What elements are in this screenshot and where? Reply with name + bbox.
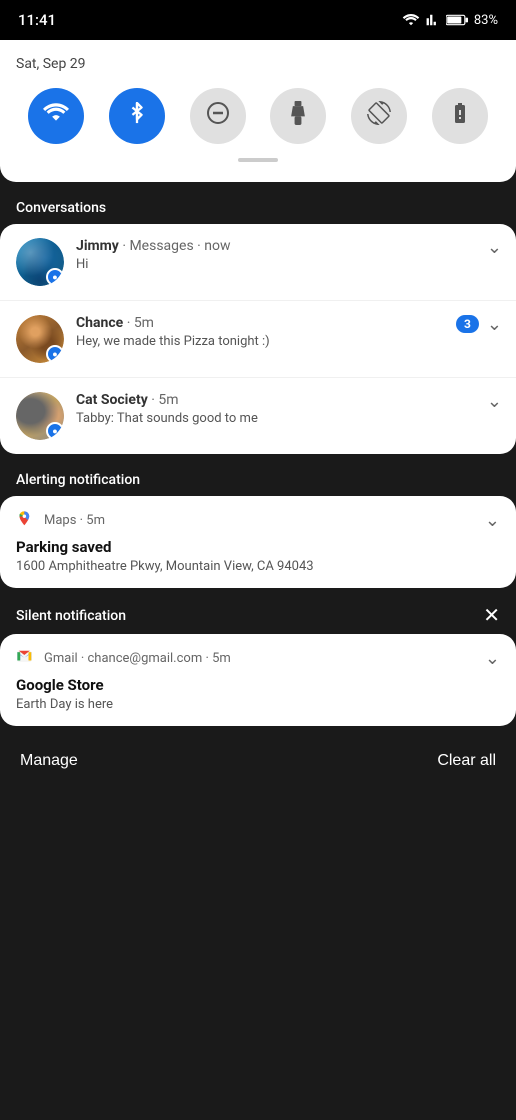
wifi-icon — [43, 102, 69, 130]
maps-icon — [16, 510, 36, 530]
convo-name-chance: Chance — [76, 315, 123, 331]
silent-label: Silent notification — [16, 608, 126, 624]
convo-header-cat: Cat Society · 5m — [76, 392, 500, 408]
expand-alerting[interactable]: ⌄ — [485, 511, 500, 529]
convo-actions-jimmy: ⌄ — [487, 238, 502, 256]
avatar-cat-society: ● — [16, 392, 64, 440]
alerting-title: Parking saved — [16, 538, 500, 556]
auto-rotate-toggle[interactable] — [351, 88, 407, 144]
expand-chance[interactable]: ⌄ — [487, 315, 502, 333]
conversations-label: Conversations — [0, 190, 516, 224]
gmail-app-row: Gmail · chance@gmail.com · 5m ⌄ — [16, 648, 500, 668]
convo-item-chance[interactable]: ● Chance · 5m Hey, we made this Pizza to… — [0, 301, 516, 378]
alerting-card: Maps · 5m ⌄ Parking saved 1600 Amphithea… — [0, 496, 516, 588]
alerting-app-row: Maps · 5m ⌄ — [16, 510, 500, 530]
manage-button[interactable]: Manage — [20, 752, 78, 770]
expand-cat[interactable]: ⌄ — [487, 392, 502, 410]
silent-card: Gmail · chance@gmail.com · 5m ⌄ Google S… — [0, 634, 516, 726]
convo-header-jimmy: Jimmy · Messages · now — [76, 238, 500, 254]
convo-body-chance: Hey, we made this Pizza tonight :) — [76, 334, 500, 349]
alerting-app-name: Maps · 5m — [44, 513, 485, 528]
auto-rotate-icon — [367, 101, 391, 131]
unread-badge-chance: 3 — [456, 315, 479, 333]
expand-gmail[interactable]: ⌄ — [485, 649, 500, 667]
conversations-card: ● Jimmy · Messages · now Hi ⌄ ● Chance ·… — [0, 224, 516, 454]
gmail-icon — [16, 648, 36, 668]
battery-saver-toggle[interactable] — [432, 88, 488, 144]
convo-actions-cat: ⌄ — [487, 392, 502, 410]
flashlight-icon — [288, 101, 308, 131]
gmail-title: Google Store — [16, 676, 500, 694]
date-label: Sat, Sep 29 — [16, 56, 500, 72]
silent-section-header: Silent notification ✕ — [0, 596, 516, 634]
battery-pct: 83% — [474, 13, 498, 28]
convo-actions-chance: 3 ⌄ — [456, 315, 502, 333]
convo-meta-chance: · 5m — [127, 315, 154, 331]
dnd-icon — [206, 101, 230, 131]
alerting-body: 1600 Amphitheatre Pkwy, Mountain View, C… — [16, 559, 500, 574]
battery-saver-icon — [448, 101, 472, 131]
convo-item-cat-society[interactable]: ● Cat Society · 5m Tabby: That sounds go… — [0, 378, 516, 454]
avatar-chance: ● — [16, 315, 64, 363]
bluetooth-icon — [128, 102, 146, 130]
close-silent-section[interactable]: ✕ — [483, 606, 500, 626]
messages-badge-jimmy: ● — [46, 268, 64, 286]
convo-content-cat: Cat Society · 5m Tabby: That sounds good… — [76, 392, 500, 426]
convo-item-jimmy[interactable]: ● Jimmy · Messages · now Hi ⌄ — [0, 224, 516, 301]
messages-badge-cat: ● — [46, 422, 64, 440]
alerting-label: Alerting notification — [0, 462, 516, 496]
flashlight-toggle[interactable] — [270, 88, 326, 144]
signal-status-icon — [426, 13, 440, 27]
expand-jimmy[interactable]: ⌄ — [487, 238, 502, 256]
dnd-toggle[interactable] — [190, 88, 246, 144]
convo-meta-jimmy: · Messages · now — [122, 238, 230, 254]
status-icons: 83% — [402, 13, 498, 28]
battery-status-icon — [446, 14, 468, 26]
convo-body-cat: Tabby: That sounds good to me — [76, 411, 500, 426]
avatar-jimmy: ● — [16, 238, 64, 286]
bottom-bar: Manage Clear all — [0, 734, 516, 788]
gmail-body: Earth Day is here — [16, 697, 500, 712]
quick-settings-panel: Sat, Sep 29 — [0, 40, 516, 182]
drag-handle — [238, 158, 278, 162]
convo-content-chance: Chance · 5m Hey, we made this Pizza toni… — [76, 315, 500, 349]
messages-badge-chance: ● — [46, 345, 64, 363]
status-bar: 11:41 83% — [0, 0, 516, 40]
clear-all-button[interactable]: Clear all — [437, 752, 496, 770]
convo-header-chance: Chance · 5m — [76, 315, 500, 331]
convo-meta-cat: · 5m — [151, 392, 178, 408]
toggle-row — [16, 88, 500, 144]
bluetooth-toggle[interactable] — [109, 88, 165, 144]
convo-content-jimmy: Jimmy · Messages · now Hi — [76, 238, 500, 272]
convo-body-jimmy: Hi — [76, 257, 500, 272]
wifi-toggle[interactable] — [28, 88, 84, 144]
convo-name-cat: Cat Society — [76, 392, 148, 408]
status-time: 11:41 — [18, 11, 56, 29]
alerting-notif[interactable]: Maps · 5m ⌄ Parking saved 1600 Amphithea… — [0, 496, 516, 588]
wifi-status-icon — [402, 13, 420, 27]
gmail-app-name: Gmail · chance@gmail.com · 5m — [44, 651, 485, 666]
gmail-notif[interactable]: Gmail · chance@gmail.com · 5m ⌄ Google S… — [0, 634, 516, 726]
convo-name-jimmy: Jimmy — [76, 238, 119, 254]
